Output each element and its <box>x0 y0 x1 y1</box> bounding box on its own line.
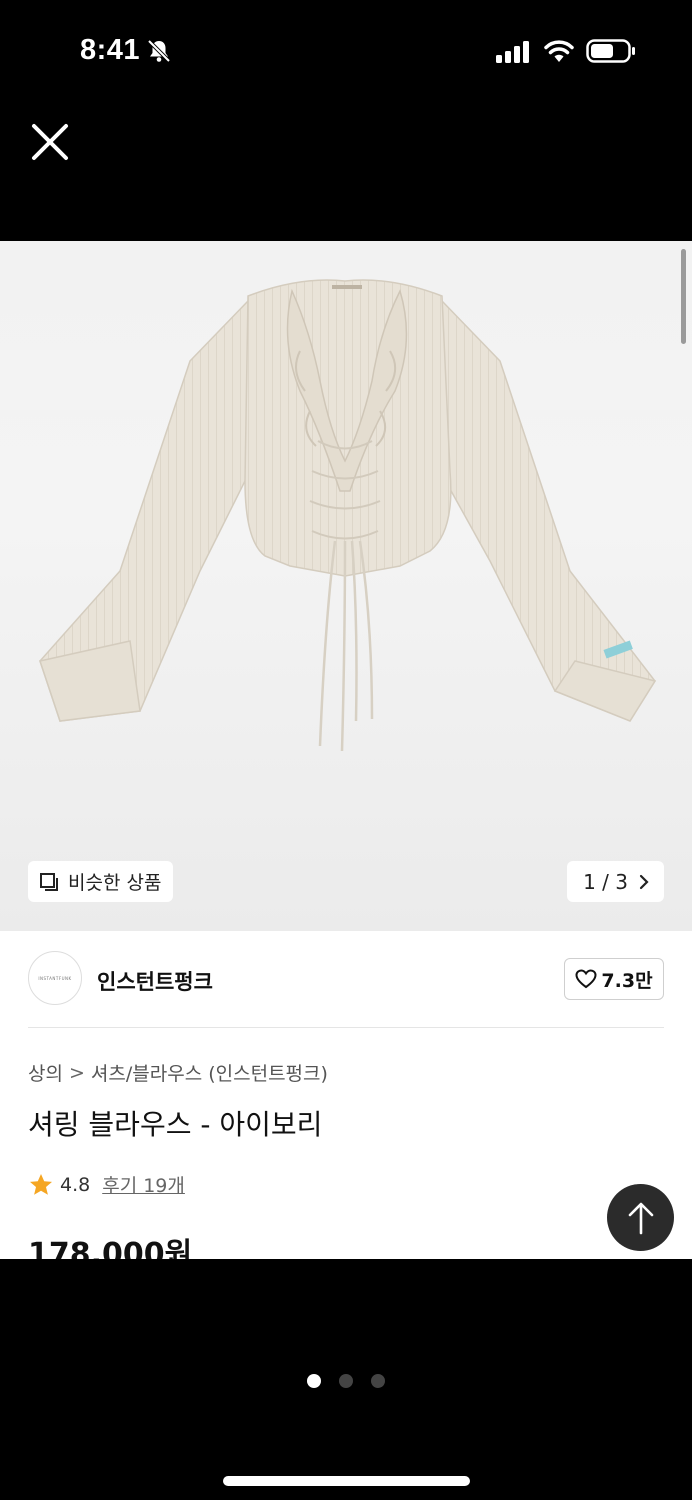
brand-logo[interactable]: INSTANTFUNK <box>28 951 82 1005</box>
breadcrumb-separator: > <box>68 1061 85 1084</box>
pager-dot-2[interactable] <box>339 1374 353 1388</box>
scroll-indicator <box>681 249 686 344</box>
image-page-counter[interactable]: 1 / 3 <box>567 861 664 902</box>
scroll-to-top-button[interactable] <box>607 1184 674 1251</box>
pager-dot-3[interactable] <box>371 1374 385 1388</box>
heart-icon <box>575 969 597 989</box>
review-count-link[interactable]: 후기 19개 <box>102 1171 185 1198</box>
breadcrumb-subcategory[interactable]: 셔츠/블라우스 (인스턴트펑크) <box>91 1059 328 1086</box>
divider <box>28 1027 664 1028</box>
status-time: 8:41 <box>80 34 141 66</box>
blouse-illustration <box>39 279 657 752</box>
like-button[interactable]: 7.3만 <box>564 958 664 1000</box>
like-count: 7.3만 <box>601 969 653 992</box>
star-icon <box>30 1173 52 1195</box>
breadcrumb-category[interactable]: 상의 <box>28 1059 63 1086</box>
chevron-right-icon <box>639 874 649 889</box>
page-counter-label: 1 / 3 <box>583 869 628 894</box>
screenshot-pager <box>0 1374 692 1388</box>
arrow-up-icon <box>628 1202 653 1234</box>
similar-icon <box>40 872 58 891</box>
brand-row: INSTANTFUNK 인스턴트펑크 7.3만 <box>0 931 692 1027</box>
close-button[interactable] <box>28 120 72 164</box>
rating-row: 4.8 후기 19개 <box>28 1171 185 1198</box>
home-indicator[interactable] <box>223 1476 470 1486</box>
bell-slash-icon <box>147 39 171 63</box>
status-bar: 8:41 <box>0 0 692 100</box>
pager-dot-1[interactable] <box>307 1374 321 1388</box>
battery-icon <box>586 39 635 63</box>
brand-name[interactable]: 인스턴트펑크 <box>97 966 213 996</box>
rating-value: 4.8 <box>60 1173 91 1196</box>
breadcrumb: 상의 > 셔츠/블라우스 (인스턴트펑크) <box>28 1059 328 1086</box>
cellular-signal-icon <box>496 41 529 63</box>
product-price: 178,000원 <box>28 1237 193 1259</box>
screenshot-viewer: 비슷한 상품 1 / 3 INSTANTFUNK 인스턴트펑크 7.3만 상의 … <box>0 241 692 1259</box>
product-image[interactable]: 비슷한 상품 1 / 3 <box>0 241 692 931</box>
similar-products-button[interactable]: 비슷한 상품 <box>28 861 174 902</box>
similar-products-label: 비슷한 상품 <box>68 872 162 894</box>
product-title: 셔링 블라우스 - 아이보리 <box>28 1108 323 1141</box>
wifi-icon <box>544 40 574 62</box>
